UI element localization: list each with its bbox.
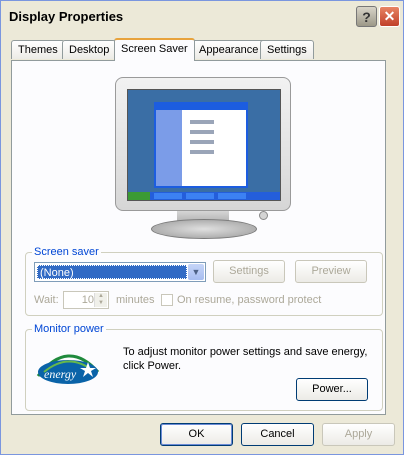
title-bar[interactable]: Display Properties ? ✕ <box>1 1 403 33</box>
ok-button[interactable]: OK <box>160 423 233 446</box>
preview-button[interactable]: Preview <box>295 260 367 283</box>
tab-screen-saver[interactable]: Screen Saver <box>114 38 195 61</box>
wait-value: 10 <box>81 294 94 306</box>
help-icon: ? <box>362 8 371 25</box>
tab-appearance[interactable]: Appearance <box>192 40 266 59</box>
power-description: To adjust monitor power settings and sav… <box>123 346 368 372</box>
monitor-power-group-label: Monitor power <box>32 323 106 335</box>
screen-saver-select[interactable]: (None) ▼ <box>34 262 206 282</box>
monitor-preview <box>115 77 291 211</box>
help-button[interactable]: ? <box>356 6 377 27</box>
password-protect-checkbox[interactable] <box>161 294 173 306</box>
cancel-button[interactable]: Cancel <box>241 423 314 446</box>
chevron-down-icon[interactable]: ▼ <box>188 264 204 280</box>
wait-stepper[interactable]: 10 ▲ ▼ <box>63 291 109 309</box>
monitor-base <box>151 219 257 239</box>
minutes-label: minutes <box>116 294 155 306</box>
preview-screen <box>127 89 281 201</box>
energy-logo-text: energy <box>44 367 77 381</box>
screen-saver-group-label: Screen saver <box>32 246 101 258</box>
tab-themes[interactable]: Themes <box>11 40 65 59</box>
tab-settings[interactable]: Settings <box>260 40 314 59</box>
display-properties-window: Display Properties ? ✕ Themes Desktop Sc… <box>0 0 404 455</box>
spin-arrows-icon[interactable]: ▲ ▼ <box>94 293 107 307</box>
window-title: Display Properties <box>9 9 124 24</box>
wait-label: Wait: <box>34 294 59 306</box>
tab-desktop[interactable]: Desktop <box>62 40 117 59</box>
settings-button[interactable]: Settings <box>213 260 285 283</box>
preview-taskbar <box>128 192 280 200</box>
password-protect-label: On resume, password protect <box>177 294 322 306</box>
preview-window-image <box>154 102 248 188</box>
power-button[interactable]: Power... <box>296 378 368 401</box>
energy-star-logo: energy <box>34 342 102 388</box>
power-led-icon <box>259 211 268 220</box>
close-button[interactable]: ✕ <box>379 6 400 27</box>
close-icon: ✕ <box>383 8 396 24</box>
screen-saver-selected-value: (None) <box>37 265 187 279</box>
apply-button[interactable]: Apply <box>322 423 395 446</box>
